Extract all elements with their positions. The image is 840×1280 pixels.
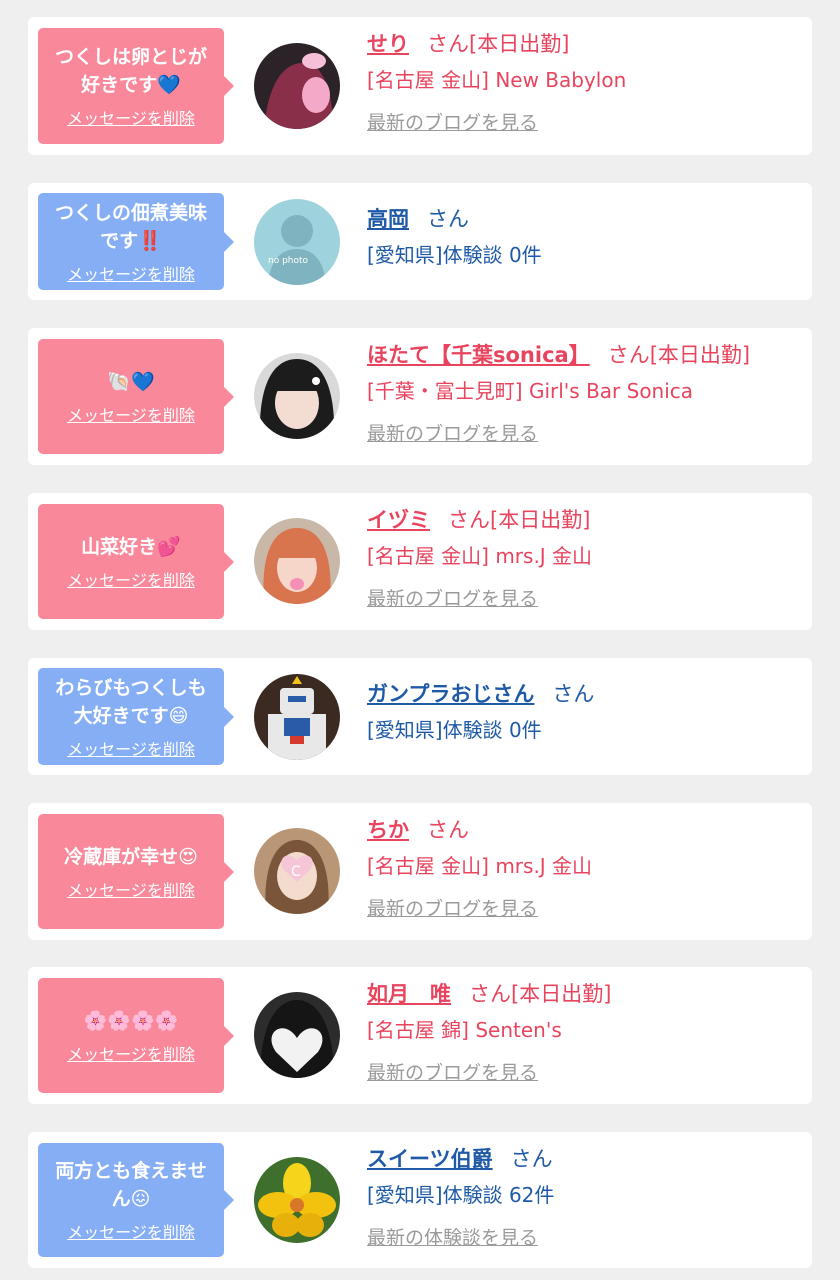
user-info: 高岡 さん [愛知県]体験談 0件 xyxy=(367,204,802,270)
user-info: せり さん[本日出勤] [名古屋 金山] New Babylon 最新のブログを見… xyxy=(367,29,802,137)
no-photo-text: no photo xyxy=(268,256,309,266)
message-list: つくしは卵とじが 好きです💙 メッセージを削除 せり さん[本日出勤] [名古屋 … xyxy=(0,0,840,1280)
avatar[interactable]: no photo xyxy=(254,199,340,285)
user-info: 如月 唯さん[本日出勤] [名古屋 錦] Senten's 最新のブログを見る xyxy=(367,979,802,1087)
message-bubble: 両方とも食えませ ん😖 メッセージを削除 xyxy=(38,1143,234,1257)
shop-text: [千葉・富士見町] Girl's Bar Sonica xyxy=(367,379,694,403)
user-suffix: さん[本日出勤] xyxy=(469,982,612,1006)
latest-blog-link[interactable]: 最新のブログを見る xyxy=(367,420,802,448)
latest-blog-link[interactable]: 最新のブログを見る xyxy=(367,109,802,137)
user-suffix: さん[本日出勤] xyxy=(607,343,751,367)
user-name-link[interactable]: ちか xyxy=(367,818,409,842)
avatar[interactable] xyxy=(254,992,340,1078)
user-name-link[interactable]: せり xyxy=(367,32,409,56)
user-info: ちか さん [名古屋 金山] mrs.J 金山 最新のブログを見る xyxy=(367,815,802,923)
avatar[interactable] xyxy=(254,674,340,760)
shop-text: [名古屋 金山] mrs.J 金山 xyxy=(367,544,593,568)
message-text: つくしは卵とじが 好きです💙 xyxy=(54,46,207,96)
shop-text: [名古屋 金山] mrs.J 金山 xyxy=(367,854,593,878)
user-name-link[interactable]: 如月 唯 xyxy=(367,982,451,1006)
latest-blog-link[interactable]: 最新のブログを見る xyxy=(367,585,802,613)
user-name-link[interactable]: ほたて【千葉sonica】 xyxy=(367,343,590,367)
user-suffix: さん[本日出勤] xyxy=(448,508,591,532)
user-info: ガンプラおじさん さん [愛知県]体験談 0件 xyxy=(367,679,802,745)
user-name-link[interactable]: ガンプラおじさん xyxy=(367,682,534,706)
message-bubble: つくしの佃煮美味 です‼️ メッセージを削除 xyxy=(38,193,234,290)
review-count-text: [愛知県]体験談 0件 xyxy=(367,243,542,267)
delete-message-link[interactable]: メッセージを削除 xyxy=(67,105,195,129)
message-text: 山菜好き💕 xyxy=(81,535,181,558)
delete-message-link[interactable]: メッセージを削除 xyxy=(67,736,195,760)
latest-blog-link[interactable]: 最新のブログを見る xyxy=(367,1059,802,1087)
list-item: 両方とも食えませ ん😖 メッセージを削除 スイーツ伯爵 さん [愛知県]体験談 6… xyxy=(28,1132,812,1268)
message-text: わらびもつくしも 大好きです😄 xyxy=(55,676,207,727)
list-item: 🐚💙 メッセージを削除 ほたて【千葉sonica】 さん[本日出勤] [千葉・富士… xyxy=(28,328,812,465)
delete-message-link[interactable]: メッセージを削除 xyxy=(67,1219,195,1243)
user-suffix: さん xyxy=(427,818,469,842)
message-text: 🌸🌸🌸🌸 xyxy=(83,1009,179,1032)
message-bubble: わらびもつくしも 大好きです😄 メッセージを削除 xyxy=(38,668,234,765)
message-bubble: 🌸🌸🌸🌸 メッセージを削除 xyxy=(38,978,234,1093)
list-item: 🌸🌸🌸🌸 メッセージを削除 如月 唯さん[本日出勤] [名古屋 錦] Sente… xyxy=(28,967,812,1104)
list-item: 冷蔵庫が幸せ😍 メッセージを削除 C ちか さん [名古屋 金山] mrs.J 金… xyxy=(28,803,812,940)
review-count-text: [愛知県]体験談 62件 xyxy=(367,1183,555,1207)
list-item: 山菜好き💕 メッセージを削除 イヅミ さん[本日出勤] [名古屋 金山] mrs.… xyxy=(28,493,812,630)
avatar[interactable] xyxy=(254,518,340,604)
latest-blog-link[interactable]: 最新のブログを見る xyxy=(367,895,802,923)
shop-text: [名古屋 錦] Senten's xyxy=(367,1018,562,1042)
svg-text:C: C xyxy=(291,864,301,880)
avatar[interactable]: C xyxy=(254,828,340,914)
delete-message-link[interactable]: メッセージを削除 xyxy=(67,1041,195,1065)
user-suffix: さん xyxy=(510,1147,553,1171)
user-suffix: さん[本日出勤] xyxy=(427,32,570,56)
list-item: わらびもつくしも 大好きです😄 メッセージを削除 ガンプラおじさん さん [愛知県… xyxy=(28,658,812,775)
user-info: ほたて【千葉sonica】 さん[本日出勤] [千葉・富士見町] Girl's B… xyxy=(367,340,802,448)
user-suffix: さん xyxy=(427,207,469,231)
list-item: つくしは卵とじが 好きです💙 メッセージを削除 せり さん[本日出勤] [名古屋 … xyxy=(28,17,812,155)
message-text: 冷蔵庫が幸せ😍 xyxy=(64,845,198,868)
message-bubble: 冷蔵庫が幸せ😍 メッセージを削除 xyxy=(38,814,234,929)
delete-message-link[interactable]: メッセージを削除 xyxy=(67,877,195,901)
user-name-link[interactable]: スイーツ伯爵 xyxy=(367,1147,493,1171)
message-text: 🐚💙 xyxy=(107,370,155,393)
avatar[interactable] xyxy=(254,1157,340,1243)
user-name-link[interactable]: イヅミ xyxy=(367,508,430,532)
delete-message-link[interactable]: メッセージを削除 xyxy=(67,261,195,285)
avatar[interactable] xyxy=(254,353,340,439)
user-name-link[interactable]: 高岡 xyxy=(367,207,409,231)
message-bubble: 山菜好き💕 メッセージを削除 xyxy=(38,504,234,619)
delete-message-link[interactable]: メッセージを削除 xyxy=(67,402,195,426)
avatar[interactable] xyxy=(254,43,340,129)
delete-message-link[interactable]: メッセージを削除 xyxy=(67,567,195,591)
review-count-text: [愛知県]体験談 0件 xyxy=(367,718,542,742)
message-bubble: つくしは卵とじが 好きです💙 メッセージを削除 xyxy=(38,28,234,144)
message-text: 両方とも食えませ ん😖 xyxy=(55,1160,207,1210)
message-bubble: 🐚💙 メッセージを削除 xyxy=(38,339,234,454)
user-info: イヅミ さん[本日出勤] [名古屋 金山] mrs.J 金山 最新のブログを見る xyxy=(367,505,802,613)
shop-text: [名古屋 金山] New Babylon xyxy=(367,68,627,92)
user-suffix: さん xyxy=(552,682,595,706)
message-text: つくしの佃煮美味 です‼️ xyxy=(54,201,207,252)
user-info: スイーツ伯爵 さん [愛知県]体験談 62件 最新の体験談を見る xyxy=(367,1144,802,1252)
list-item: つくしの佃煮美味 です‼️ メッセージを削除 no photo 高岡 さん [愛知… xyxy=(28,183,812,300)
latest-review-link[interactable]: 最新の体験談を見る xyxy=(367,1224,802,1252)
